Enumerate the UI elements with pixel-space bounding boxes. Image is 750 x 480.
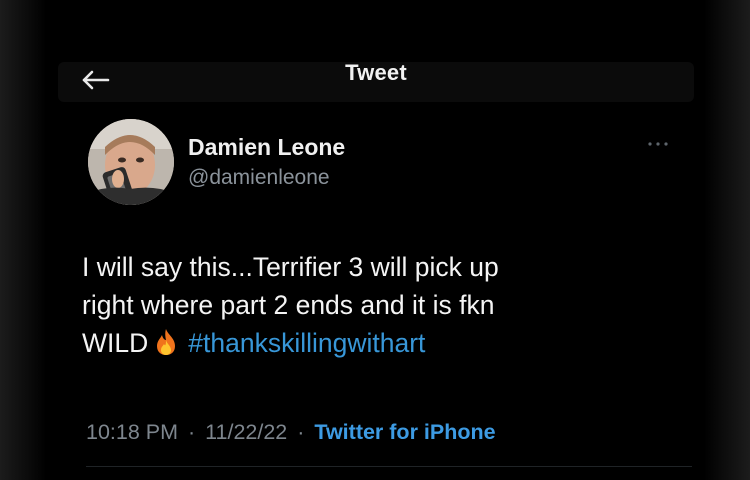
divider <box>86 466 692 467</box>
tweet-time: 10:18 PM <box>86 420 179 444</box>
tweet-date: 11/22/22 <box>205 420 288 444</box>
tweet-metadata: 10:18 PM · 11/22/22 · Twitter for iPhone <box>86 420 496 445</box>
tweet-line-2: right where part 2 ends and it is fkn <box>82 290 495 320</box>
meta-separator: · <box>297 420 305 444</box>
hashtag-link[interactable]: #thankskillingwithart <box>188 328 425 358</box>
meta-separator: · <box>188 420 196 444</box>
tweet-screen: Tweet Damien Leone @damienleone I will s… <box>46 0 704 480</box>
tweet-text: I will say this...Terrifier 3 will pick … <box>82 248 682 362</box>
more-options-icon[interactable] <box>646 140 670 148</box>
author-handle[interactable]: @damienleone <box>188 166 330 190</box>
page-title: Tweet <box>345 60 407 85</box>
author-display-name[interactable]: Damien Leone <box>188 134 345 161</box>
screenshot-frame: Tweet Damien Leone @damienleone I will s… <box>0 0 750 480</box>
avatar-photo <box>88 119 174 205</box>
avatar[interactable] <box>88 119 174 205</box>
header-bar: Tweet <box>58 60 694 102</box>
fire-icon <box>157 329 176 355</box>
tweet-line-1: I will say this...Terrifier 3 will pick … <box>82 252 499 282</box>
tweet-line-3: WILD #thankskillingwithart <box>82 324 682 362</box>
tweet-source-link[interactable]: Twitter for iPhone <box>314 420 495 444</box>
tweet-line-3-text: WILD <box>82 328 149 358</box>
